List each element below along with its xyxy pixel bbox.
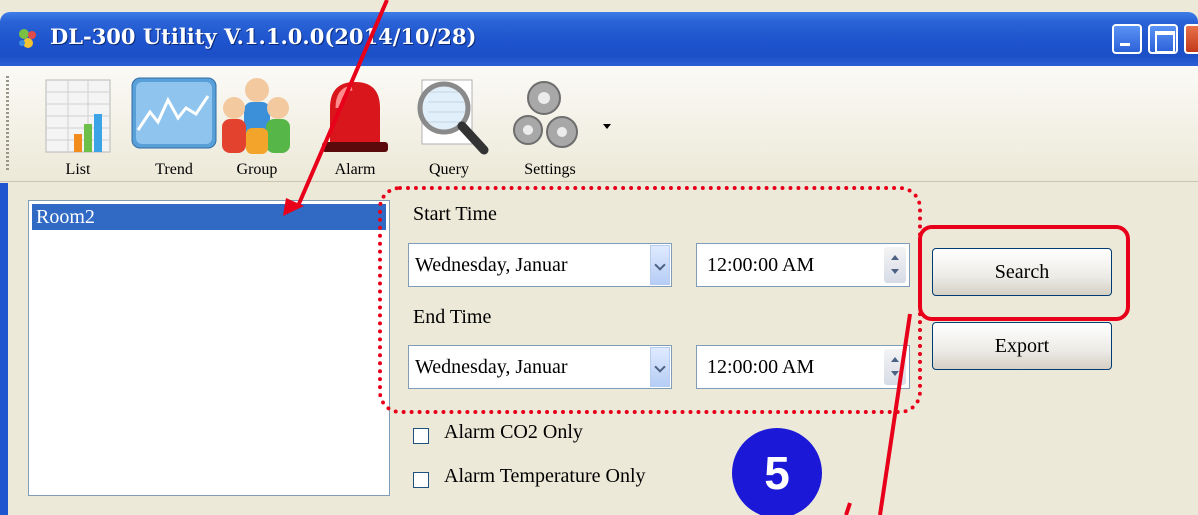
list-icon: [45, 79, 111, 153]
alarm-icon: [322, 82, 388, 152]
maximize-button[interactable]: [1148, 24, 1178, 54]
annotation-highlight-time-range: [378, 186, 922, 414]
toolbar-alarm-label: Alarm: [334, 161, 376, 178]
minimize-button[interactable]: [1112, 24, 1142, 54]
query-icon: [417, 79, 489, 155]
toolbar-query-button[interactable]: Query: [404, 70, 494, 178]
toolbar-grip[interactable]: [6, 76, 9, 172]
alarm-temperature-label: Alarm Temperature Only: [444, 465, 646, 487]
device-list[interactable]: Room2: [28, 200, 390, 496]
toolbar-overflow-chevron-icon[interactable]: [603, 124, 611, 129]
alarm-co2-label: Alarm CO2 Only: [444, 421, 583, 443]
toolbar-list-label: List: [65, 161, 91, 178]
title-bar: DL-300 Utility V.1.1.0.0(2014/10/28): [0, 12, 1198, 66]
close-button[interactable]: [1184, 24, 1198, 54]
toolbar: List Trend Group Alarm Query Settings: [0, 66, 1198, 182]
toolbar-group-label: Group: [236, 161, 278, 178]
settings-icon: [513, 81, 578, 148]
window-left-border: [0, 183, 8, 515]
device-list-item[interactable]: Room2: [32, 204, 386, 230]
window-title: DL-300 Utility V.1.1.0.0(2014/10/28): [50, 24, 477, 49]
annotation-step-badge: 5: [732, 428, 822, 515]
group-icon: [222, 78, 290, 154]
app-icon: [19, 29, 36, 48]
toolbar-trend-label: Trend: [155, 161, 193, 178]
alarm-co2-checkbox[interactable]: [413, 428, 429, 444]
toolbar-alarm-button[interactable]: Alarm: [316, 70, 394, 178]
toolbar-group-button[interactable]: Group: [212, 70, 302, 178]
toolbar-settings-label: Settings: [524, 161, 576, 178]
trend-icon: [131, 77, 217, 149]
annotation-highlight-search: [918, 225, 1130, 321]
toolbar-trend-button[interactable]: Trend: [124, 70, 224, 178]
export-button[interactable]: Export: [932, 322, 1112, 370]
toolbar-query-label: Query: [429, 161, 469, 178]
alarm-temperature-checkbox[interactable]: [413, 472, 429, 488]
toolbar-settings-button[interactable]: Settings: [504, 70, 596, 178]
toolbar-list-button[interactable]: List: [28, 70, 128, 178]
